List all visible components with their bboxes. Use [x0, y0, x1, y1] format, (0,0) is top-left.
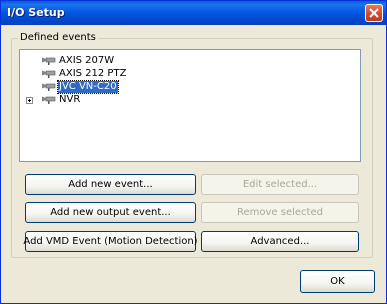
edit-selected-button[interactable]: Edit selected...	[201, 174, 359, 195]
camera-icon	[42, 96, 56, 104]
events-tree[interactable]: AXIS 207W AXIS 212 PTZ JVC VN-C20 NVR	[19, 49, 361, 162]
tree-item-jvc-vn-c20[interactable]: JVC VN-C20	[40, 80, 160, 94]
camera-icon	[42, 57, 56, 65]
tree-item-axis-212-ptz[interactable]: AXIS 212 PTZ	[40, 68, 160, 80]
close-icon	[369, 8, 379, 18]
title-bar[interactable]: I/O Setup	[1, 1, 386, 25]
window-title: I/O Setup	[7, 6, 65, 19]
defined-events-label: Defined events	[18, 32, 98, 43]
close-button[interactable]	[365, 4, 383, 22]
camera-icon	[42, 70, 56, 78]
tree-item-axis-207w[interactable]: AXIS 207W	[40, 55, 160, 67]
camera-icon	[42, 83, 56, 91]
add-new-event-button[interactable]: Add new event...	[25, 174, 196, 195]
tree-item-nvr[interactable]: NVR	[40, 94, 160, 106]
advanced-button[interactable]: Advanced...	[201, 231, 359, 252]
expand-icon[interactable]	[26, 97, 33, 104]
tree-item-label: AXIS 212 PTZ	[59, 68, 127, 79]
tree-item-label: NVR	[59, 94, 81, 105]
tree-item-label: AXIS 207W	[59, 55, 115, 66]
ok-button[interactable]: OK	[300, 270, 375, 293]
remove-selected-button[interactable]: Remove selected	[201, 202, 359, 223]
tree-item-label: JVC VN-C20	[57, 80, 119, 94]
add-new-output-event-button[interactable]: Add new output event...	[25, 202, 196, 223]
add-vmd-event-button[interactable]: Add VMD Event (Motion Detection)	[23, 231, 198, 252]
